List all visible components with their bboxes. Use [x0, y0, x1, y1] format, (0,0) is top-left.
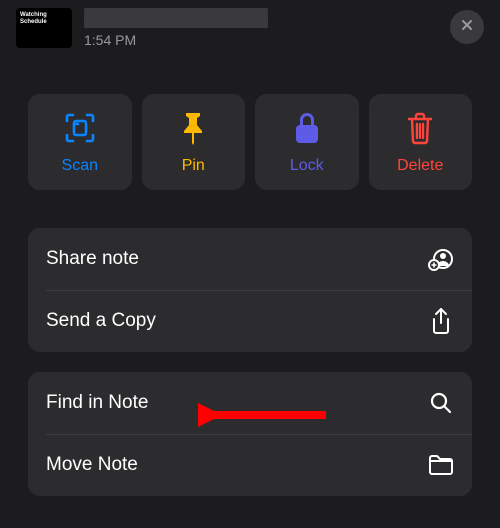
scan-label: Scan [62, 157, 98, 175]
share-icon [428, 308, 454, 334]
delete-label: Delete [397, 157, 443, 175]
collaborate-icon [428, 246, 454, 272]
move-note-item[interactable]: Move Note [28, 434, 472, 496]
share-note-label: Share note [46, 248, 139, 270]
send-copy-label: Send a Copy [46, 310, 156, 332]
close-button[interactable] [450, 10, 484, 44]
folder-icon [428, 452, 454, 478]
note-title-redacted [84, 8, 268, 28]
lock-label: Lock [290, 157, 324, 175]
scan-icon [63, 109, 97, 147]
search-icon [428, 390, 454, 416]
move-note-label: Move Note [46, 454, 138, 476]
close-icon [459, 17, 475, 38]
title-area: 1:54 PM [84, 8, 438, 48]
menu-group-share: Share note Send a Copy [28, 228, 472, 352]
trash-icon [406, 109, 434, 147]
find-in-note-item[interactable]: Find in Note [28, 372, 472, 434]
timestamp: 1:54 PM [84, 32, 438, 48]
lock-button[interactable]: Lock [255, 94, 359, 190]
lock-icon [293, 109, 321, 147]
pin-label: Pin [182, 157, 205, 175]
scan-button[interactable]: Scan [28, 94, 132, 190]
send-copy-item[interactable]: Send a Copy [28, 290, 472, 352]
sheet-header: Watching Schedule 1:54 PM [0, 0, 500, 54]
find-in-note-label: Find in Note [46, 392, 148, 414]
menu-group-note: Find in Note Move Note [28, 372, 472, 496]
thumbnail-title: Watching Schedule [20, 12, 68, 26]
pin-button[interactable]: Pin [142, 94, 246, 190]
quick-actions: Scan Pin Lock Del [0, 54, 500, 208]
delete-button[interactable]: Delete [369, 94, 473, 190]
callout-arrow-icon [198, 400, 328, 430]
pin-icon [178, 109, 208, 147]
note-thumbnail[interactable]: Watching Schedule [16, 8, 72, 48]
share-note-item[interactable]: Share note [28, 228, 472, 290]
